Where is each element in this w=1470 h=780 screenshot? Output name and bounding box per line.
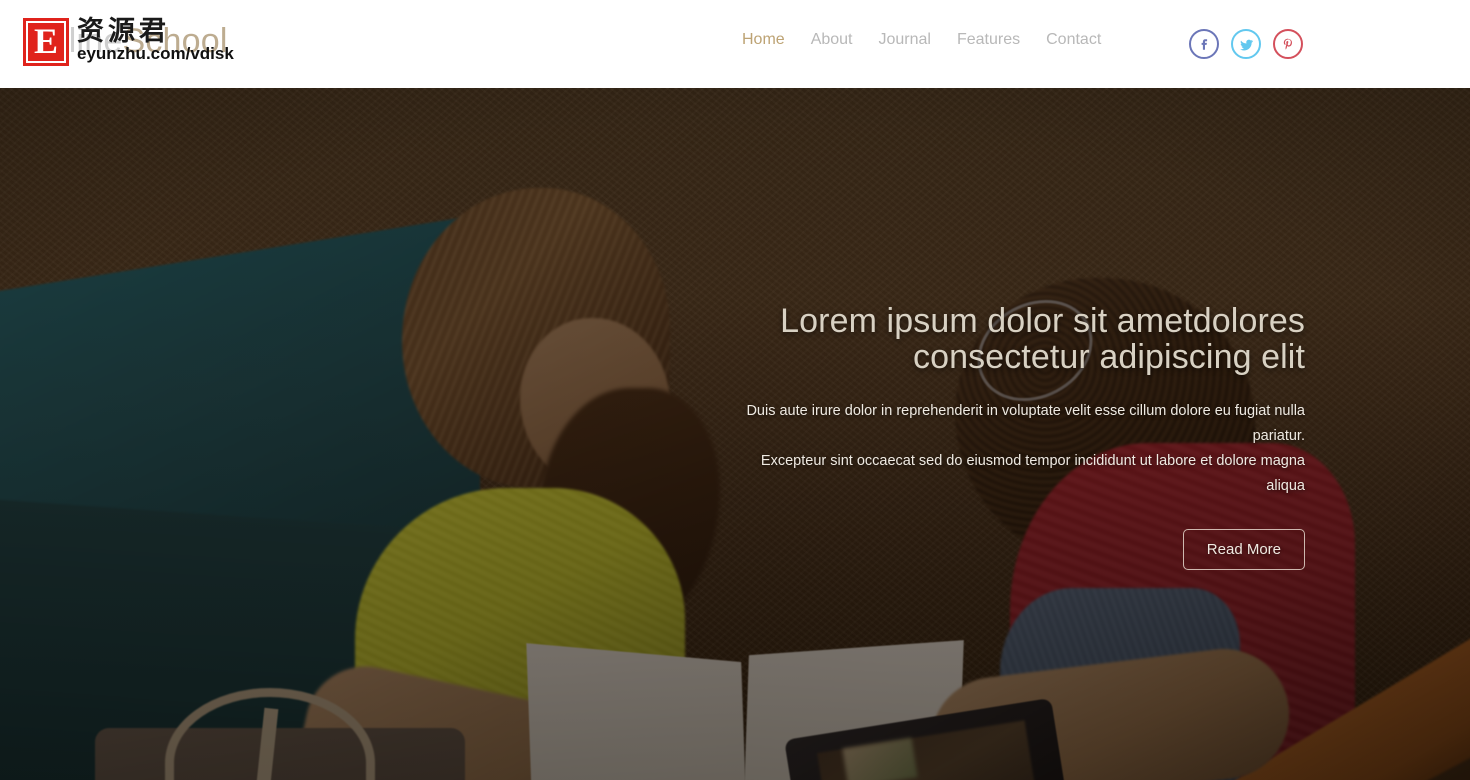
nav-item-journal[interactable]: Journal xyxy=(879,31,957,49)
main-navigation: Home About Journal Features Contact xyxy=(742,31,1127,49)
nav-item-contact[interactable]: Contact xyxy=(1046,31,1127,49)
nav-item-about[interactable]: About xyxy=(811,31,879,49)
hero-title-line-2: consectetur adipiscing elit xyxy=(912,338,1305,377)
site-logo[interactable]: OnlineSchool xyxy=(23,22,228,61)
hero-subtitle-line-1: Duis aute irure dolor in reprehenderit i… xyxy=(746,403,1305,444)
social-links xyxy=(1189,29,1303,59)
site-header: OnlineSchool Home About Journal Features… xyxy=(0,0,1470,88)
nav-item-features[interactable]: Features xyxy=(957,31,1046,49)
nav-item-home[interactable]: Home xyxy=(742,31,811,49)
hero-section: Lorem ipsum dolor sit ametdolores consec… xyxy=(0,88,1470,780)
logo-text-online: Online xyxy=(23,22,123,60)
hero-subtitle-line-2: Excepteur sint occaecat sed do eiusmod t… xyxy=(760,452,1305,494)
read-more-button[interactable]: Read More xyxy=(1182,528,1305,570)
hero-subtitle: Duis aute irure dolor in reprehenderit i… xyxy=(720,399,1305,499)
facebook-icon[interactable] xyxy=(1189,29,1219,59)
hero-title-line-1: Lorem ipsum dolor sit ametdolores xyxy=(780,302,1305,340)
hero-title: Lorem ipsum dolor sit ametdolores consec… xyxy=(720,303,1305,375)
logo-text-school: School xyxy=(122,22,228,60)
hero-content: Lorem ipsum dolor sit ametdolores consec… xyxy=(720,303,1305,570)
pinterest-icon[interactable] xyxy=(1273,29,1303,59)
twitter-icon[interactable] xyxy=(1231,29,1261,59)
